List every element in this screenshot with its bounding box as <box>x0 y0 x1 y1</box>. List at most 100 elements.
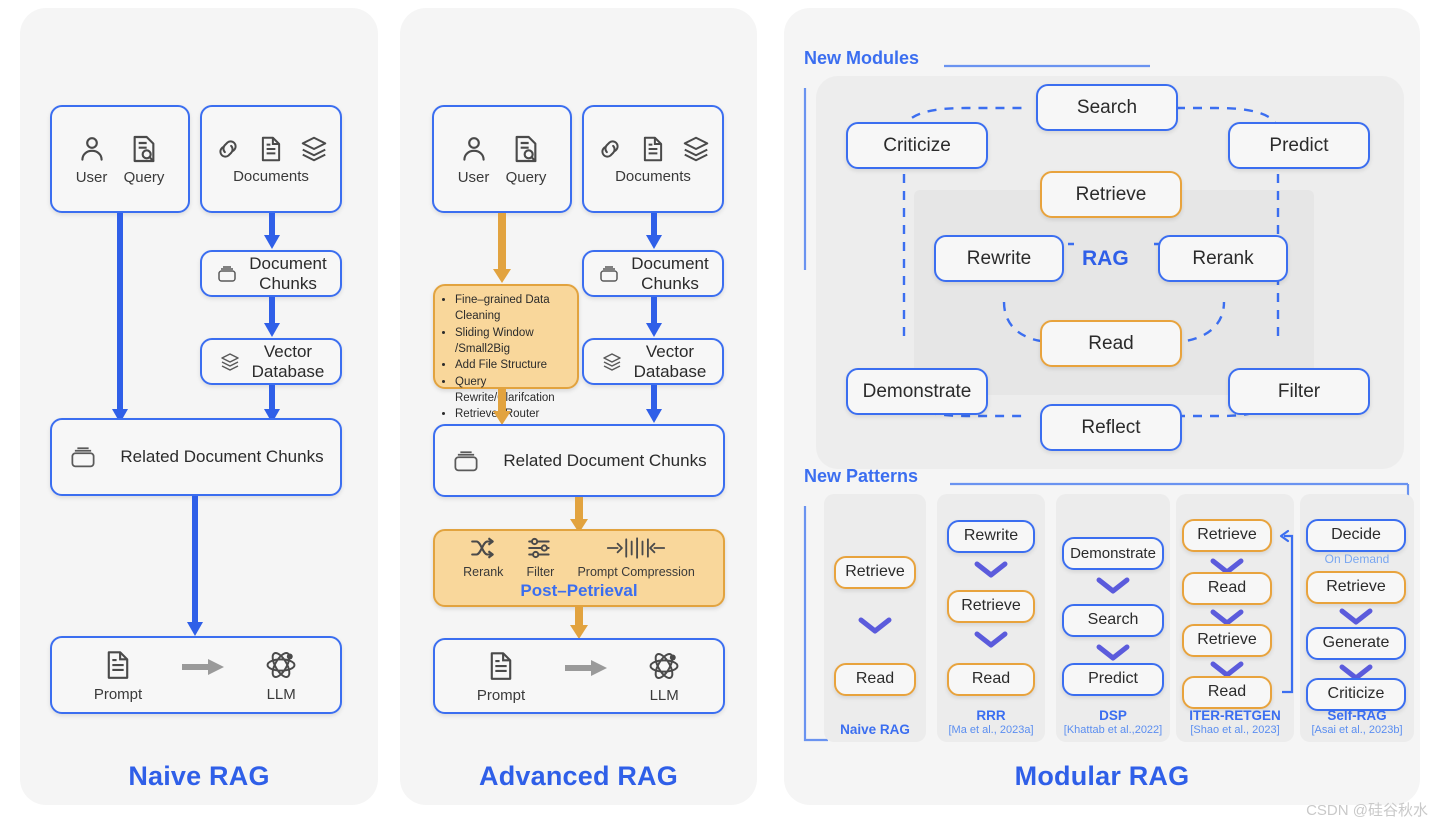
pre-retrieval-item: Query Rewrite/Clarifcation <box>455 374 577 407</box>
step-label: Generate <box>1322 634 1390 652</box>
module-rerank[interactable]: Rerank <box>1158 235 1288 282</box>
adv-vector-database-box[interactable]: Vector Database <box>582 338 724 385</box>
module-search[interactable]: Search <box>1036 84 1178 131</box>
llm-atom-icon <box>266 651 296 678</box>
query-label: Query <box>123 168 165 186</box>
rerank-cell: Rerank <box>463 535 503 579</box>
panel-naive-rag: User Query Documents Document Chunks Vec… <box>20 8 378 805</box>
filter-cell: Filter <box>525 535 555 579</box>
llm-label: LLM <box>266 685 296 703</box>
pattern-dsp-chevron-0 <box>1096 577 1130 594</box>
chunks-icon <box>218 265 236 282</box>
user-icon <box>80 136 103 161</box>
step-label: Retrieve <box>1326 578 1386 596</box>
pattern-rrr-step-0[interactable]: Rewrite <box>947 520 1035 553</box>
naive-prompt-llm-box[interactable]: Prompt LLM <box>50 636 342 714</box>
modular-panel-title: Modular RAG <box>1014 761 1190 791</box>
module-demonstrate[interactable]: Demonstrate <box>846 368 988 415</box>
pattern-iter-cite: [Shao et al., 2023] <box>1190 724 1280 736</box>
adv-arrow-chunks-to-vdb <box>645 297 663 339</box>
pattern-naive-name: Naive RAG <box>840 722 910 737</box>
pre-retrieval-box[interactable]: Fine–grained Data Cleaning Sliding Windo… <box>433 284 579 444</box>
module-predict-label: Predict <box>1269 134 1329 156</box>
naive-user-query-box[interactable]: User Query <box>50 105 190 213</box>
module-rerank-label: Rerank <box>1192 247 1254 269</box>
prompt-compression-icon <box>607 537 666 559</box>
pattern-selfrag-step-3[interactable]: Criticize <box>1306 678 1406 711</box>
link-icon <box>219 139 237 158</box>
link-icon <box>601 139 619 158</box>
llm-icon-cell: LLM <box>264 648 298 703</box>
adv-documents-label: Documents <box>615 167 691 185</box>
pattern-selfrag-step-2[interactable]: Generate <box>1306 627 1406 660</box>
prompt-compression-cell: Prompt Compression <box>577 535 695 579</box>
module-rewrite[interactable]: Rewrite <box>934 235 1064 282</box>
pattern-dsp-step-0[interactable]: Demonstrate <box>1062 537 1164 570</box>
module-read[interactable]: Read <box>1040 320 1182 367</box>
pattern-naive-step-0[interactable]: Retrieve <box>834 556 916 589</box>
user-icon-cell: User <box>76 133 108 186</box>
module-read-label: Read <box>1088 332 1134 354</box>
module-criticize[interactable]: Criticize <box>846 122 988 169</box>
pattern-iter-step-3[interactable]: Read <box>1182 676 1272 709</box>
documents-icon-cell: Documents <box>213 134 329 185</box>
step-label: Criticize <box>1327 685 1385 703</box>
pattern-naive-chevron-0 <box>858 617 892 634</box>
adv-arrow-user-to-pre <box>493 213 511 285</box>
pattern-rrr-step-2[interactable]: Read <box>947 663 1035 696</box>
layers-icon <box>301 136 327 161</box>
query-document-icon <box>133 135 155 162</box>
step-label: Retrieve <box>845 563 905 581</box>
adv-prompt-icon-cell: Prompt <box>477 649 525 704</box>
layers-icon <box>683 136 709 161</box>
pattern-selfrag-step-0[interactable]: Decide <box>1306 519 1406 552</box>
adv-related-chunks-box[interactable]: Related Document Chunks <box>433 424 725 497</box>
adv-arrow-vdb-to-related <box>645 385 663 425</box>
step-label: Rewrite <box>963 527 1019 545</box>
query-document-icon <box>515 135 537 162</box>
module-retrieve[interactable]: Retrieve <box>1040 171 1182 218</box>
document-icon <box>643 136 663 161</box>
step-label: Predict <box>1088 670 1138 688</box>
pattern-iter-step-0[interactable]: Retrieve <box>1182 519 1272 552</box>
vector-database-icon <box>602 352 621 371</box>
pattern-naive-step-1[interactable]: Read <box>834 663 916 696</box>
arrow-chunks-to-vdb <box>263 297 281 339</box>
adv-document-chunks-box[interactable]: Document Chunks <box>582 250 724 297</box>
module-rewrite-label: Rewrite <box>966 247 1032 269</box>
adv-query-icon-cell: Query <box>506 133 546 186</box>
documents-label: Documents <box>233 167 309 185</box>
step-label: Read <box>1207 683 1247 701</box>
adv-prompt-label: Prompt <box>476 686 526 704</box>
pattern-rrr-step-1[interactable]: Retrieve <box>947 590 1035 623</box>
pattern-selfrag-step-1[interactable]: Retrieve <box>1306 571 1406 604</box>
query-icon-cell: Query <box>123 133 165 186</box>
pattern-dsp-step-1[interactable]: Search <box>1062 604 1164 637</box>
module-filter[interactable]: Filter <box>1228 368 1370 415</box>
pre-retrieval-item: Fine–grained Data Cleaning <box>455 292 577 325</box>
adv-prompt-llm-box[interactable]: Prompt LLM <box>433 638 725 714</box>
pattern-dsp-step-2[interactable]: Predict <box>1062 663 1164 696</box>
pattern-iter-step-1[interactable]: Read <box>1182 572 1272 605</box>
adv-documents-icon-cell: Documents <box>595 134 711 185</box>
adv-related-chunks-label: Related Document Chunks <box>503 450 707 470</box>
module-demonstrate-label: Demonstrate <box>862 380 972 402</box>
vector-database-icon <box>220 352 239 371</box>
step-label: Retrieve <box>1197 526 1257 544</box>
pattern-rrr-name: RRR <box>976 708 1006 723</box>
post-retrieval-box[interactable]: Rerank Filter Prompt Compression Post–Pe… <box>433 529 725 607</box>
module-predict[interactable]: Predict <box>1228 122 1370 169</box>
adv-documents-box[interactable]: Documents <box>582 105 724 213</box>
step-label: Read <box>971 670 1011 688</box>
adv-user-query-box[interactable]: User Query <box>432 105 572 213</box>
naive-documents-box[interactable]: Documents <box>200 105 342 213</box>
step-label: Read <box>855 670 895 688</box>
module-reflect[interactable]: Reflect <box>1040 404 1182 451</box>
chunks-icon <box>600 265 618 282</box>
pre-retrieval-item: Retriever Router <box>455 406 577 422</box>
naive-document-chunks-box[interactable]: Document Chunks <box>200 250 342 297</box>
related-chunks-icon <box>71 447 95 468</box>
naive-related-chunks-box[interactable]: Related Document Chunks <box>50 418 342 496</box>
pattern-iter-step-2[interactable]: Retrieve <box>1182 624 1272 657</box>
naive-vector-database-box[interactable]: Vector Database <box>200 338 342 385</box>
